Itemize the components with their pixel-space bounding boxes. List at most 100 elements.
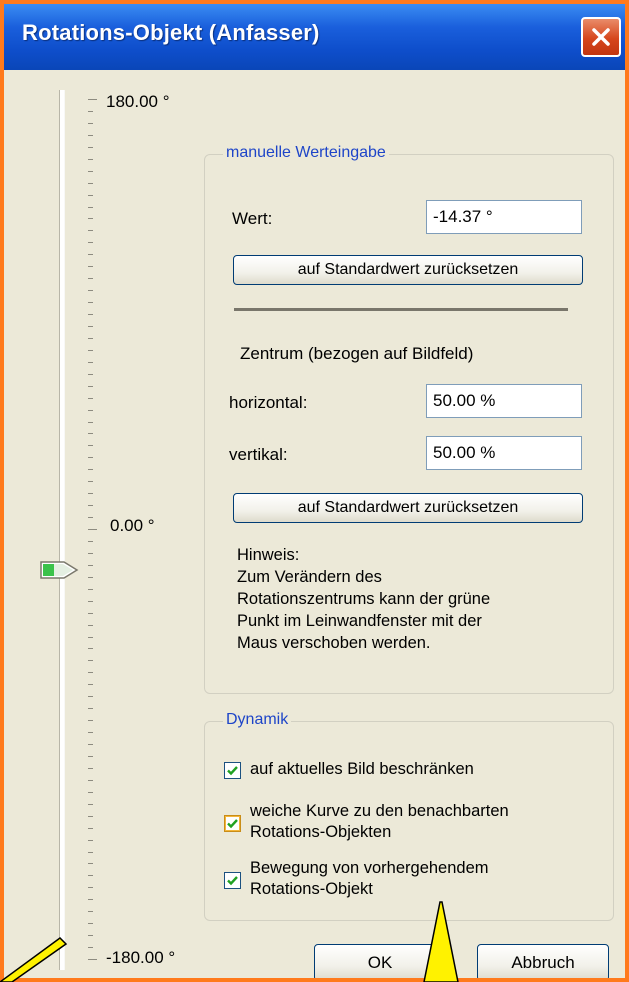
slider-tick bbox=[88, 433, 93, 435]
slider-tick bbox=[88, 839, 93, 841]
slider-tick bbox=[88, 552, 93, 554]
slider-tick bbox=[88, 875, 93, 877]
callout-tail-left bbox=[0, 937, 68, 982]
slider-tick bbox=[88, 803, 93, 805]
value-label: Wert: bbox=[232, 209, 273, 228]
slider-tick bbox=[88, 314, 93, 315]
slider-tick bbox=[88, 696, 93, 698]
slider-zero-label: 0.00 ° bbox=[110, 516, 155, 535]
slider-tick bbox=[88, 134, 93, 136]
slider-tick bbox=[88, 887, 93, 889]
slider-tick bbox=[88, 409, 93, 411]
slider-tick bbox=[88, 923, 93, 925]
vertical-label: vertikal: bbox=[229, 445, 288, 464]
slider-tick bbox=[88, 230, 93, 232]
slider-tick bbox=[88, 278, 93, 280]
reset-center-button[interactable]: auf Standardwert zurücksetzen bbox=[233, 493, 583, 523]
slider-tick bbox=[88, 122, 93, 124]
slider-tick bbox=[88, 612, 93, 614]
slider-thumb-icon bbox=[40, 561, 79, 579]
slider-tick bbox=[88, 935, 93, 937]
slider-tick bbox=[88, 720, 93, 722]
value-input[interactable]: -14.37 ° bbox=[426, 200, 582, 234]
slider-tick bbox=[88, 206, 93, 208]
rotation-slider-track[interactable] bbox=[59, 90, 65, 970]
slider-max-label: 180.00 ° bbox=[106, 92, 170, 111]
slider-tick bbox=[88, 959, 97, 960]
callout-pointer bbox=[423, 901, 459, 982]
rotation-slider-thumb[interactable] bbox=[40, 559, 80, 586]
checkmark-icon bbox=[227, 819, 238, 829]
slider-tick bbox=[88, 624, 93, 626]
limit-to-current-image-checkbox[interactable] bbox=[224, 762, 241, 779]
slider-tick bbox=[88, 469, 93, 471]
slider-tick bbox=[88, 529, 97, 530]
slider-tick bbox=[88, 325, 93, 327]
reset-value-button[interactable]: auf Standardwert zurücksetzen bbox=[233, 255, 583, 285]
slider-tick bbox=[88, 218, 93, 220]
slider-tick bbox=[88, 505, 93, 507]
separator bbox=[234, 308, 568, 311]
close-button[interactable] bbox=[581, 17, 621, 57]
slider-tick bbox=[88, 540, 93, 542]
slider-tick bbox=[88, 636, 93, 638]
slider-tick bbox=[88, 182, 93, 184]
smooth-curve-checkbox[interactable] bbox=[224, 815, 241, 832]
slider-tick bbox=[88, 684, 93, 686]
slider-tick bbox=[88, 815, 93, 817]
slider-tick bbox=[88, 99, 97, 100]
motion-from-previous-label: Bewegung von vorhergehendem Rotations-Ob… bbox=[250, 859, 489, 898]
slider-tick bbox=[88, 445, 93, 447]
hint-text: Hinweis: Zum Verändern des Rotationszent… bbox=[237, 546, 491, 652]
title-bar[interactable]: Rotations-Objekt (Anfasser) bbox=[4, 4, 625, 70]
slider-tick bbox=[88, 146, 93, 148]
slider-tick bbox=[88, 110, 93, 112]
slider-tick bbox=[88, 266, 93, 268]
slider-tick bbox=[88, 361, 93, 363]
cancel-button[interactable]: Abbruch bbox=[477, 944, 609, 978]
slider-min-label: -180.00 ° bbox=[106, 948, 176, 967]
slider-tick bbox=[88, 899, 93, 901]
motion-from-previous-checkbox[interactable] bbox=[224, 872, 241, 889]
checkmark-icon bbox=[227, 766, 238, 776]
slider-tick bbox=[88, 481, 93, 483]
slider-tick bbox=[88, 493, 93, 495]
slider-tick bbox=[88, 791, 93, 793]
slider-tick bbox=[88, 600, 93, 602]
slider-tick bbox=[88, 385, 93, 387]
slider-tick bbox=[88, 290, 93, 292]
slider-tick bbox=[88, 517, 93, 519]
slider-tick bbox=[88, 732, 93, 734]
slider-tick bbox=[88, 373, 93, 375]
slider-tick bbox=[88, 242, 93, 244]
slider-tick bbox=[88, 660, 93, 662]
slider-tick bbox=[88, 827, 93, 829]
slider-tick bbox=[88, 576, 93, 578]
center-heading: Zentrum (bezogen auf Bildfeld) bbox=[240, 344, 474, 363]
slider-tick bbox=[88, 158, 93, 160]
slider-tick bbox=[88, 755, 93, 757]
horizontal-input[interactable]: 50.00 % bbox=[426, 384, 582, 418]
slider-tick bbox=[88, 194, 93, 196]
checkmark-icon bbox=[227, 876, 238, 886]
vertical-input[interactable]: 50.00 % bbox=[426, 436, 582, 470]
slider-tick bbox=[88, 863, 93, 865]
slider-tick bbox=[88, 767, 93, 769]
slider-tick bbox=[88, 779, 93, 781]
slider-tick bbox=[88, 337, 93, 339]
dynamics-legend: Dynamik bbox=[223, 711, 292, 729]
slider-tick bbox=[88, 170, 93, 172]
dialog-title: Rotations-Objekt (Anfasser) bbox=[22, 20, 320, 45]
horizontal-label: horizontal: bbox=[229, 393, 308, 412]
slider-tick bbox=[88, 397, 93, 399]
slider-tick bbox=[88, 457, 93, 459]
slider-tick bbox=[88, 588, 93, 590]
slider-tick bbox=[88, 947, 93, 949]
smooth-curve-label: weiche Kurve zu den benachbarten Rotatio… bbox=[250, 802, 509, 841]
slider-tick bbox=[88, 851, 93, 853]
limit-to-current-image-label: auf aktuelles Bild beschränken bbox=[250, 760, 474, 778]
slider-tick bbox=[88, 421, 93, 423]
close-icon bbox=[592, 28, 610, 46]
rotation-dialog: Rotations-Objekt (Anfasser) 180.00 ° 0.0… bbox=[0, 0, 629, 982]
manual-input-legend: manuelle Werteingabe bbox=[223, 144, 389, 162]
